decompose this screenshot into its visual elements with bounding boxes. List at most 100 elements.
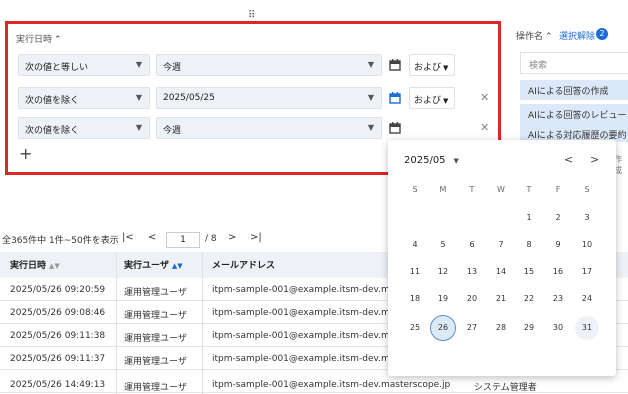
calendar-day[interactable]: 10 bbox=[573, 234, 601, 256]
add-condition-icon[interactable]: + bbox=[19, 144, 32, 163]
ops-list-item[interactable]: AIによる回答のレビュー bbox=[520, 104, 628, 124]
cell-email: itpm-sample-001@example.itsm-dev.mas bbox=[212, 331, 400, 341]
cell-time: 2025/05/26 09:11:37 bbox=[10, 354, 106, 364]
calendar-day[interactable]: 11 bbox=[401, 261, 429, 283]
calendar-day[interactable]: 15 bbox=[515, 261, 543, 283]
weekday-label: W bbox=[497, 185, 505, 194]
calendar-day[interactable]: 2 bbox=[544, 207, 572, 229]
next-month-icon[interactable]: > bbox=[590, 153, 599, 166]
conjunction-label: および bbox=[414, 96, 442, 106]
calendar-day[interactable]: 17 bbox=[573, 261, 601, 283]
ops-search-input[interactable]: 検索 bbox=[520, 52, 628, 74]
value-select-2[interactable]: 2025/05/25 ▼ bbox=[156, 87, 382, 109]
sort-icon[interactable]: ▲▼ bbox=[49, 262, 60, 270]
calendar-day[interactable]: 23 bbox=[544, 288, 572, 310]
calendar-day[interactable]: 4 bbox=[401, 234, 429, 256]
calendar-day[interactable]: 22 bbox=[515, 288, 543, 310]
calendar-day[interactable]: 21 bbox=[487, 288, 515, 310]
prev-page-icon[interactable]: < bbox=[148, 232, 156, 243]
calendar-day[interactable]: 20 bbox=[458, 288, 486, 310]
calendar-day[interactable]: 30 bbox=[544, 317, 572, 339]
calendar-day[interactable]: 13 bbox=[458, 261, 486, 283]
caret-down-icon: ▼ bbox=[135, 60, 142, 69]
ops-title-label: 操作名 bbox=[516, 32, 544, 42]
conjunction-label: および bbox=[414, 63, 442, 73]
cell-time: 2025/05/26 09:11:38 bbox=[10, 331, 106, 341]
calendar-day[interactable]: 26 bbox=[430, 315, 456, 341]
calendar-icon[interactable] bbox=[389, 122, 401, 134]
conjunction-select-2[interactable]: および ▼ bbox=[409, 87, 455, 109]
calendar-day[interactable]: 1 bbox=[515, 207, 543, 229]
calendar-day[interactable]: 12 bbox=[429, 261, 457, 283]
operator-select-1[interactable]: 次の値と等しい ▼ bbox=[18, 54, 150, 76]
page-input[interactable]: 1 bbox=[166, 232, 200, 248]
calendar-day[interactable]: 5 bbox=[429, 234, 457, 256]
calendar-day[interactable]: 28 bbox=[487, 317, 515, 339]
value-text: 今週 bbox=[163, 126, 182, 136]
column-header-time[interactable]: 実行日時 ▲▼ bbox=[10, 258, 60, 271]
drag-handle-icon[interactable]: ⠿ bbox=[248, 10, 255, 21]
conjunction-select-1[interactable]: および ▼ bbox=[409, 54, 455, 76]
operator-select-2[interactable]: 次の値を除く ▼ bbox=[18, 87, 150, 109]
calendar-day[interactable]: 3 bbox=[573, 207, 601, 229]
sort-asc-icon[interactable]: ▲▼ bbox=[172, 262, 183, 270]
calendar-icon[interactable] bbox=[389, 92, 401, 104]
first-page-icon[interactable]: |< bbox=[122, 232, 134, 243]
calendar-day[interactable]: 24 bbox=[573, 288, 601, 310]
remove-condition-icon[interactable]: ✕ bbox=[480, 121, 489, 134]
weekday-label: T bbox=[469, 185, 475, 194]
column-header-user[interactable]: 実行ユーザ ▲▼ bbox=[124, 258, 183, 271]
column-header-label: メールアドレス bbox=[212, 261, 276, 271]
calendar-day[interactable]: 31 bbox=[575, 316, 599, 340]
clear-selection-link[interactable]: 選択解除 bbox=[559, 29, 595, 42]
month-select[interactable]: 2025/05 ▼ bbox=[404, 155, 459, 166]
ops-title[interactable]: 操作名 ⌃ bbox=[516, 29, 553, 42]
calendar-day[interactable]: 29 bbox=[515, 317, 543, 339]
calendar-day[interactable]: 19 bbox=[429, 288, 457, 310]
filter-title[interactable]: 実行日時 ⌃ bbox=[16, 32, 62, 45]
calendar-icon[interactable] bbox=[389, 59, 401, 71]
weekday-label: S bbox=[584, 185, 590, 194]
calendar-day[interactable]: 16 bbox=[544, 261, 572, 283]
caret-down-icon: ▼ bbox=[135, 123, 142, 132]
last-page-icon[interactable]: >| bbox=[250, 232, 262, 243]
remove-condition-icon[interactable]: ✕ bbox=[480, 91, 489, 104]
cell-role: システム管理者 bbox=[474, 383, 537, 393]
calendar-day[interactable]: 14 bbox=[487, 261, 515, 283]
operator-value: 次の値を除く bbox=[25, 126, 80, 136]
value-text: 2025/05/25 bbox=[163, 93, 215, 103]
cell-email: itpm-sample-001@example.itsm-dev.mas bbox=[212, 354, 400, 364]
month-label: 2025/05 bbox=[404, 155, 446, 166]
prev-month-icon[interactable]: < bbox=[564, 153, 573, 166]
cell-email: itpm-sample-001@example.itsm-dev.masters… bbox=[212, 380, 451, 390]
cell-time: 2025/05/26 09:20:59 bbox=[10, 285, 106, 295]
value-select-1[interactable]: 今週 ▼ bbox=[156, 54, 382, 76]
calendar-day[interactable]: 27 bbox=[458, 317, 486, 339]
column-header-email[interactable]: メールアドレス bbox=[212, 258, 275, 271]
value-select-3[interactable]: 今週 ▼ bbox=[156, 117, 382, 139]
weekday-label: T bbox=[526, 185, 532, 194]
result-summary: 全365件中 1件~50件を表示 bbox=[2, 236, 119, 246]
caret-down-icon: ▼ bbox=[443, 64, 449, 72]
cell-time: 2025/05/26 14:49:13 bbox=[10, 380, 106, 390]
column-header-label: 実行ユーザ bbox=[124, 261, 169, 271]
calendar-day[interactable]: 6 bbox=[458, 234, 486, 256]
operator-select-3[interactable]: 次の値を除く ▼ bbox=[18, 117, 150, 139]
calendar-day[interactable]: 7 bbox=[487, 234, 515, 256]
calendar-day[interactable]: 25 bbox=[401, 317, 429, 339]
next-page-icon[interactable]: > bbox=[228, 232, 236, 243]
cell-user: 運用管理ユーザ bbox=[124, 311, 187, 321]
cell-user: 運用管理ユーザ bbox=[124, 334, 187, 344]
chevron-up-icon[interactable]: ⌃ bbox=[54, 35, 62, 45]
ops-list-item[interactable]: AIによる回答の作成 bbox=[520, 80, 628, 100]
calendar-day[interactable]: 8 bbox=[515, 234, 543, 256]
column-header-label: 実行日時 bbox=[10, 261, 47, 271]
weekday-label: M bbox=[439, 185, 447, 194]
caret-down-icon: ▼ bbox=[443, 97, 449, 105]
calendar-day[interactable]: 18 bbox=[401, 288, 429, 310]
calendar-day[interactable]: 9 bbox=[544, 234, 572, 256]
date-picker-popup: 2025/05 ▼ < > S M T W T F S 1 2 3 4 5 6 7 8 9 10 11 12 13 14 1… bbox=[388, 140, 616, 376]
operation-filter-panel: 操作名 ⌃ 選択解除 2 検索 AIによる回答の作成 AIによる回答のレビュー A… bbox=[512, 24, 628, 142]
chevron-up-icon[interactable]: ⌃ bbox=[545, 32, 553, 42]
selection-count-badge: 2 bbox=[596, 28, 608, 40]
